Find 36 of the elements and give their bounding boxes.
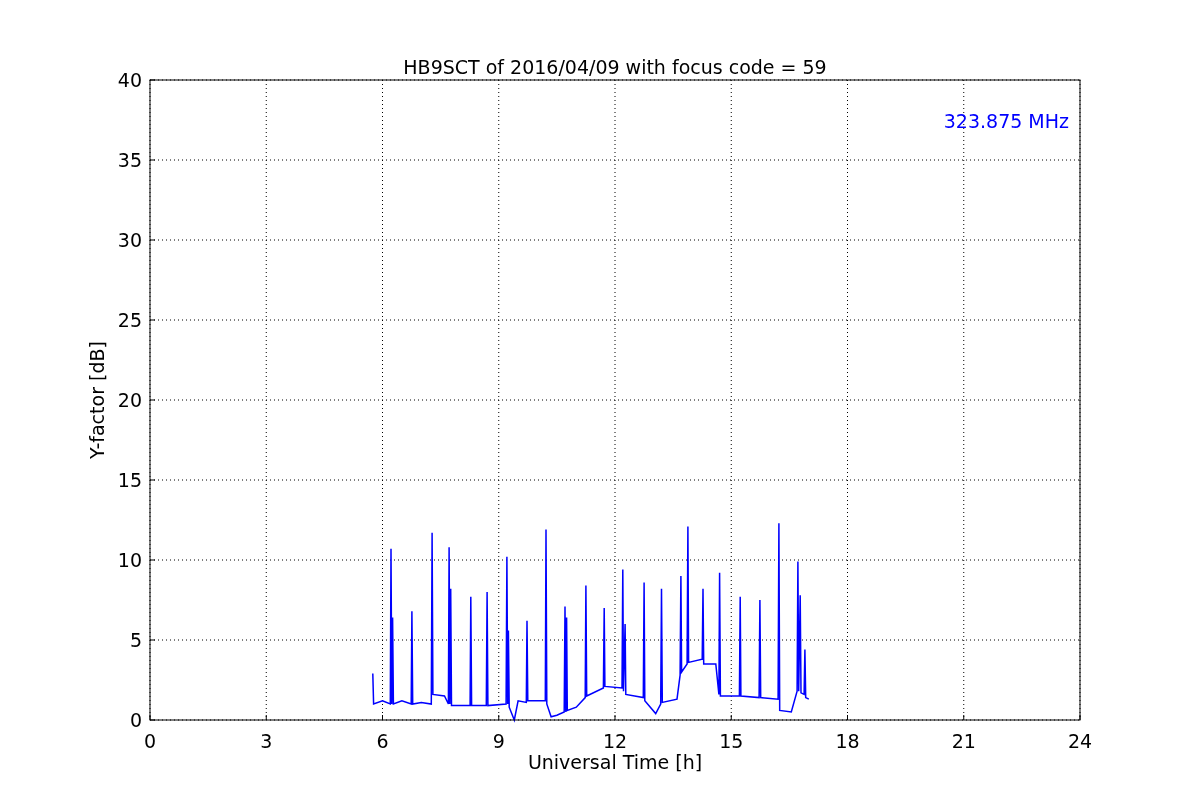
x-tick-mark [498, 714, 500, 721]
y-tick-mark [149, 159, 156, 161]
y-tick-label: 10 [117, 549, 142, 571]
x-tick-label: 18 [835, 730, 860, 752]
x-tick-label: 21 [951, 730, 976, 752]
frequency-annotation: 323.875 MHz [943, 110, 1069, 132]
y-tick-mark [149, 239, 156, 241]
x-tick-label: 9 [492, 730, 505, 752]
x-tick-mark [847, 714, 848, 721]
x-tick-label: 12 [602, 730, 628, 752]
y-tick-mark [149, 399, 156, 401]
x-tick-mark [382, 714, 383, 721]
x-tick-mark [963, 714, 965, 721]
y-tick-label: 15 [117, 469, 142, 491]
y-tick-mark [149, 639, 156, 641]
x-axis-label: Universal Time [h] [527, 751, 703, 773]
x-tick-mark [730, 714, 732, 721]
y-tick-label: 35 [117, 149, 142, 171]
x-tick-mark [265, 714, 267, 721]
y-axis-label: Y-factor [dB] [86, 341, 108, 459]
y-tick-label: 0 [129, 709, 142, 731]
y-tick-label: 25 [117, 309, 142, 331]
x-tick-label: 6 [376, 730, 389, 752]
y-tick-mark [149, 559, 156, 561]
x-tick-label: 15 [719, 730, 744, 752]
x-tick-label: 3 [260, 730, 273, 752]
x-tick-label: 0 [143, 730, 157, 752]
x-tick-mark [614, 714, 616, 721]
y-tick-label: 20 [117, 389, 142, 411]
chart-title: HB9SCT of 2016/04/09 with focus code = 59 [403, 56, 827, 78]
y-tick-label: 30 [117, 229, 142, 251]
y-tick-mark [149, 319, 156, 321]
y-tick-label: 5 [129, 629, 142, 651]
y-tick-label: 40 [117, 69, 142, 91]
x-tick-label: 24 [1067, 730, 1093, 752]
y-tick-mark [149, 479, 156, 481]
